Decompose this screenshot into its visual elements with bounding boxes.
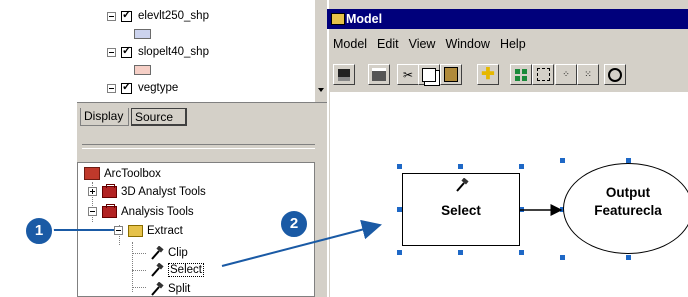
callout-1-badge: 1 [24,216,54,246]
overlay-arrows [53,204,563,267]
callout-2-badge: 2 [279,209,309,239]
